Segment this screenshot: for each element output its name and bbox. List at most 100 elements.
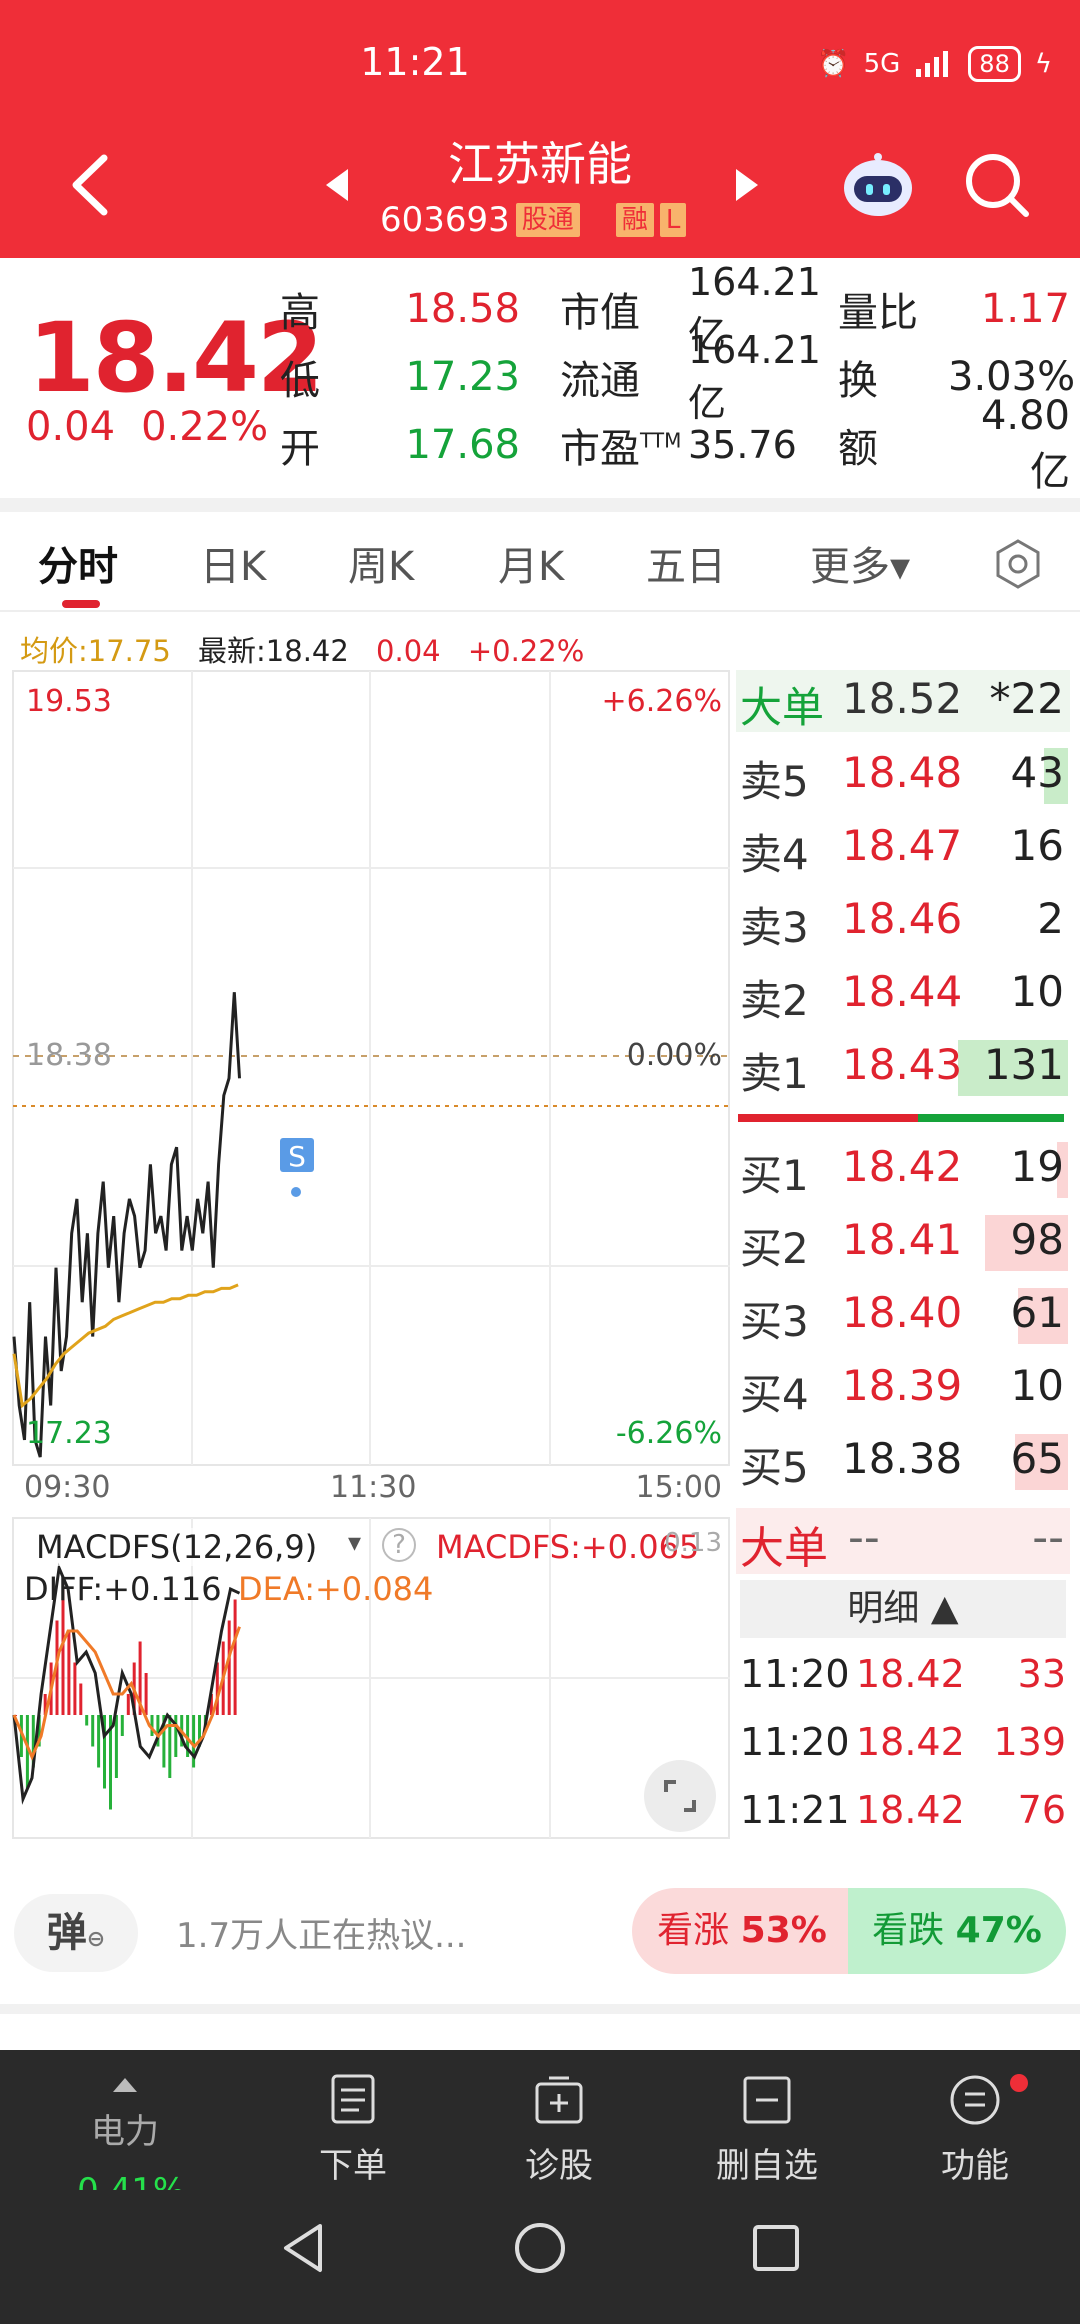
danmu-toggle-button[interactable]: 弹⊖ — [14, 1894, 138, 1972]
settings-icon[interactable] — [992, 538, 1044, 590]
ask-level-price: 18.46 — [842, 894, 963, 943]
ask-level-row: 卖3 18.46 2 — [736, 886, 1070, 958]
battery-indicator: 88 — [968, 46, 1021, 82]
next-stock-button[interactable] — [732, 165, 762, 205]
help-icon[interactable]: ? — [382, 1528, 416, 1562]
bid-level-price: 18.40 — [842, 1288, 963, 1337]
nav-order[interactable]: 下单 — [268, 2072, 438, 2187]
system-recents-icon[interactable] — [748, 2220, 804, 2276]
bid-level-label: 买2 — [740, 1224, 809, 1273]
tab-five-day[interactable]: 五日 — [646, 534, 726, 592]
y-mid-label: 18.38 — [26, 1038, 112, 1073]
bid-level-label: 买5 — [740, 1443, 809, 1492]
sell-marker-text: S — [288, 1140, 306, 1173]
quote-row-3: 开 17.68 市盈TTM 35.76 额 4.80亿 — [280, 393, 1080, 495]
fullscreen-button[interactable] — [644, 1760, 716, 1832]
ask-level-price: 18.43 — [842, 1040, 963, 1089]
macd-bar — [233, 1599, 237, 1715]
sell-marker-dot — [291, 1187, 301, 1197]
macdfs-value: MACDFS:+0.065 — [436, 1528, 700, 1566]
quote-panel: 18.42 0.04 0.22% 高 18.58 市值 164.21亿 量比 1.… — [0, 258, 1080, 512]
tab-more[interactable]: 更多▾ — [810, 534, 910, 592]
tick-price: 18.42 — [856, 1652, 965, 1696]
nav-functions[interactable]: 功能 — [890, 2072, 1060, 2187]
bid-level-volume: 19 — [1010, 1142, 1064, 1191]
tab-weekly-k[interactable]: 周K — [348, 534, 414, 592]
tab-monthly-k[interactable]: 月K — [498, 534, 564, 592]
tick-time: 11:20 — [740, 1720, 850, 1764]
big-order-label: 大单 — [740, 683, 825, 732]
ask-level-price: 18.47 — [842, 821, 963, 870]
robot-assistant-icon[interactable] — [840, 152, 916, 218]
macd-bar — [120, 1715, 124, 1736]
system-back-icon[interactable] — [276, 2220, 332, 2276]
tick-volume: 76 — [1017, 1788, 1066, 1832]
pct-top-label: +6.26% — [601, 684, 722, 719]
pe-ttm-sup: TTM — [640, 428, 682, 453]
tick-price: 18.42 — [856, 1788, 965, 1832]
diagnose-icon — [535, 2076, 583, 2124]
ask-level-row: 卖4 18.47 16 — [736, 813, 1070, 885]
value-open: 17.68 — [405, 422, 520, 468]
tick-row: 11:21 18.42 76 — [740, 1782, 1066, 1842]
macd-bar — [91, 1715, 95, 1747]
prev-stock-button[interactable] — [322, 165, 352, 205]
bid-level-label: 买3 — [740, 1297, 809, 1346]
ask-level-price: 18.48 — [842, 748, 963, 797]
bid-level-row: 买5 18.38 65 — [736, 1426, 1070, 1498]
tick-volume: 139 — [993, 1720, 1066, 1764]
menu-circle-icon — [950, 2075, 1000, 2125]
tab-intraday[interactable]: 分时 — [38, 534, 118, 592]
charging-icon: ϟ — [1034, 49, 1052, 79]
order-book: 大单 18.52 *22 卖5 18.48 43 卖4 18.47 16 卖3 18.46 2 卖… — [736, 670, 1070, 1840]
macd-indicator-label[interactable]: MACDFS(12,26,9) — [36, 1528, 318, 1566]
quote-row-1: 高 18.58 市值 164.21亿 量比 1.17 — [280, 260, 1080, 357]
label-turnover: 换 — [838, 358, 878, 404]
system-home-icon[interactable] — [512, 2220, 568, 2276]
tab-daily-k[interactable]: 日K — [200, 534, 266, 592]
label-volume-ratio: 量比 — [838, 290, 918, 336]
bid-level-row: 买3 18.40 61 — [736, 1280, 1070, 1352]
chart-canvas: S — [12, 670, 730, 1839]
macd-dropdown-icon[interactable]: ▾ — [348, 1528, 361, 1558]
label-amount: 额 — [838, 426, 878, 472]
ask-level-volume: 131 — [983, 1040, 1064, 1089]
macd-bar — [227, 1620, 231, 1715]
expand-icon — [664, 1780, 696, 1812]
bid-level-volume: 10 — [1010, 1361, 1064, 1410]
nav-diagnose[interactable]: 诊股 — [474, 2072, 644, 2187]
chart-tabs: 分时 日K 周K 月K 五日 更多▾ — [0, 512, 1080, 612]
ask-level-label: 卖1 — [740, 1049, 809, 1098]
big-order-row: 大单 18.52 *22 — [736, 670, 1070, 732]
intraday-chart[interactable]: S 19.53 +6.26% 18.38 0.00% 17.23 -6.26% … — [12, 670, 732, 1840]
label-low: 低 — [280, 358, 320, 404]
bullish-vote-button[interactable]: 看涨 53% — [632, 1888, 852, 1974]
diff-value: DIFF:+0.116 — [24, 1570, 222, 1608]
stock-name: 江苏新能 — [448, 137, 632, 191]
search-icon[interactable] — [962, 150, 1032, 220]
macd-bar — [126, 1694, 130, 1715]
big-order2-vol: -- — [1032, 1512, 1064, 1563]
change-row: 0.04 0.22% — [26, 404, 268, 450]
detail-toggle[interactable]: 明细 ▲ — [740, 1580, 1066, 1638]
bid-level-row: 买2 18.41 98 — [736, 1207, 1070, 1279]
tick-row: 11:20 18.42 33 — [740, 1646, 1066, 1706]
notification-dot — [1010, 2074, 1028, 2092]
divider — [0, 498, 1080, 512]
stock-code: 603693 — [380, 200, 510, 240]
bid-level-price: 18.38 — [842, 1434, 963, 1483]
value-amount: 4.80亿 — [980, 393, 1070, 495]
tag-stock-connect: 股通 — [515, 203, 580, 237]
discussion-text[interactable]: 1.7万人正在热议... — [176, 1908, 467, 1957]
value-high: 18.58 — [405, 286, 520, 332]
label-pe: 市盈TTM — [560, 426, 682, 472]
bid-level-price: 18.42 — [842, 1142, 963, 1191]
price-change: 0.04 — [26, 404, 116, 450]
bid-level-price: 18.41 — [842, 1215, 963, 1264]
x-tick-close: 15:00 — [635, 1470, 722, 1505]
bearish-vote-button[interactable]: 看跌 47% — [848, 1888, 1066, 1974]
y-bottom-label: 17.23 — [26, 1416, 112, 1451]
ask-level-label: 卖3 — [740, 903, 809, 952]
back-button[interactable] — [60, 140, 120, 230]
nav-remove-watchlist[interactable]: 删自选 — [682, 2072, 852, 2187]
